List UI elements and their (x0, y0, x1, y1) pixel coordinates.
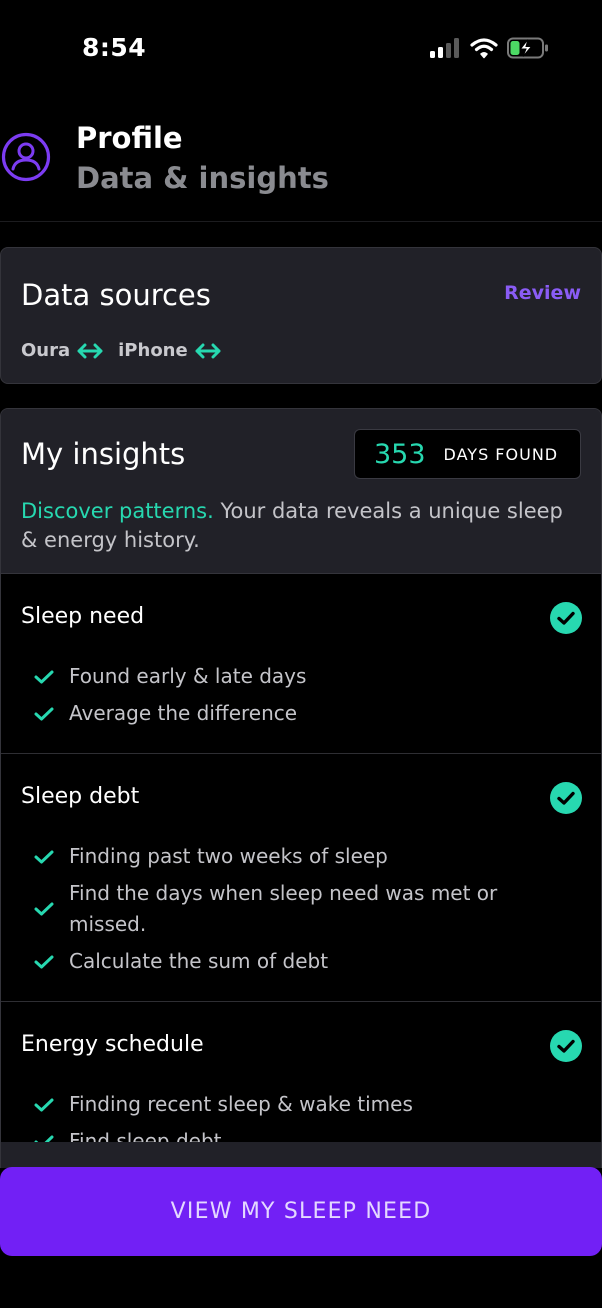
checkmark-icon (34, 955, 54, 968)
insight-section-sleep-debt: Sleep debt Finding past two weeks of sle… (1, 754, 601, 1002)
checklist-item: Found early & late days (33, 661, 561, 692)
page-header: Profile Data & insights (0, 112, 602, 222)
source-oura: Oura (21, 340, 104, 361)
sync-arrows-icon (195, 343, 221, 358)
checklist-item-label: Find sleep debt (69, 1129, 222, 1142)
section-title: Sleep need (21, 604, 145, 629)
view-sleep-need-button[interactable]: VIEW MY SLEEP NEED (0, 1167, 602, 1256)
profile-icon[interactable] (1, 132, 51, 182)
sync-arrows-icon (77, 343, 103, 358)
page-title: Profile (76, 121, 183, 155)
checklist-item: Find sleep debt (33, 1126, 561, 1142)
checklist-item-label: Finding recent sleep & wake times (69, 1092, 413, 1116)
checkmark-icon (34, 707, 54, 720)
source-label: iPhone (118, 340, 188, 361)
days-found-badge: 353 DAYS FOUND (354, 429, 581, 479)
review-button[interactable]: Review (504, 282, 581, 304)
checklist-item: Finding recent sleep & wake times (33, 1089, 561, 1120)
checkmark-icon (34, 902, 54, 916)
insight-section-sleep-need: Sleep need Found early & late days Avera… (1, 574, 601, 754)
checkmark-icon (34, 1098, 54, 1111)
signal-icon (430, 38, 462, 58)
sources-list: Oura iPhone (21, 340, 236, 361)
checklist-item-label: Find the days when sleep need was met or… (69, 881, 498, 936)
data-sources-title: Data sources (21, 278, 211, 312)
status-time: 8:54 (82, 33, 147, 62)
insight-section-energy-schedule: Energy schedule Finding recent sleep & w… (1, 1002, 601, 1142)
checkmark-icon (34, 1135, 54, 1142)
checklist: Finding past two weeks of sleep Find the… (33, 841, 561, 983)
checklist-item: Find the days when sleep need was met or… (33, 878, 561, 940)
insights-card: My insights 353 DAYS FOUND Discover patt… (0, 408, 602, 1168)
checklist-item: Calculate the sum of debt (33, 946, 561, 977)
check-circle-icon (550, 1030, 582, 1062)
insights-header: My insights 353 DAYS FOUND Discover patt… (1, 409, 601, 574)
checklist-item-label: Finding past two weeks of sleep (69, 844, 388, 868)
checklist-item-label: Average the difference (69, 701, 298, 725)
check-circle-icon (550, 782, 582, 814)
wifi-icon (470, 38, 498, 59)
section-title: Sleep debt (21, 784, 140, 809)
screen: 8:54 Profile Data & insights Data source… (0, 0, 602, 1308)
insights-description: Discover patterns. Your data reveals a u… (21, 497, 581, 555)
checkmark-icon (34, 670, 54, 683)
checklist: Finding recent sleep & wake times Find s… (33, 1089, 561, 1142)
status-bar: 8:54 (0, 0, 602, 96)
checklist: Found early & late days Average the diff… (33, 661, 561, 735)
page-subtitle: Data & insights (76, 161, 329, 195)
source-iphone: iPhone (118, 340, 222, 361)
check-circle-icon (550, 602, 582, 634)
data-sources-card: Data sources Review Oura iPhone (0, 247, 602, 384)
days-label: DAYS FOUND (443, 444, 559, 464)
insights-list: Sleep need Found early & late days Avera… (1, 574, 601, 1142)
description-accent: Discover patterns. (21, 499, 214, 523)
checklist-item-label: Calculate the sum of debt (69, 949, 329, 973)
section-title: Energy schedule (21, 1032, 204, 1057)
battery-charging-icon (507, 37, 548, 59)
days-count: 353 (374, 438, 426, 470)
checklist-item-label: Found early & late days (69, 664, 307, 688)
source-label: Oura (21, 340, 71, 361)
checklist-item: Average the difference (33, 698, 561, 729)
insights-title: My insights (21, 437, 186, 471)
checkmark-icon (34, 850, 54, 863)
checklist-item: Finding past two weeks of sleep (33, 841, 561, 872)
